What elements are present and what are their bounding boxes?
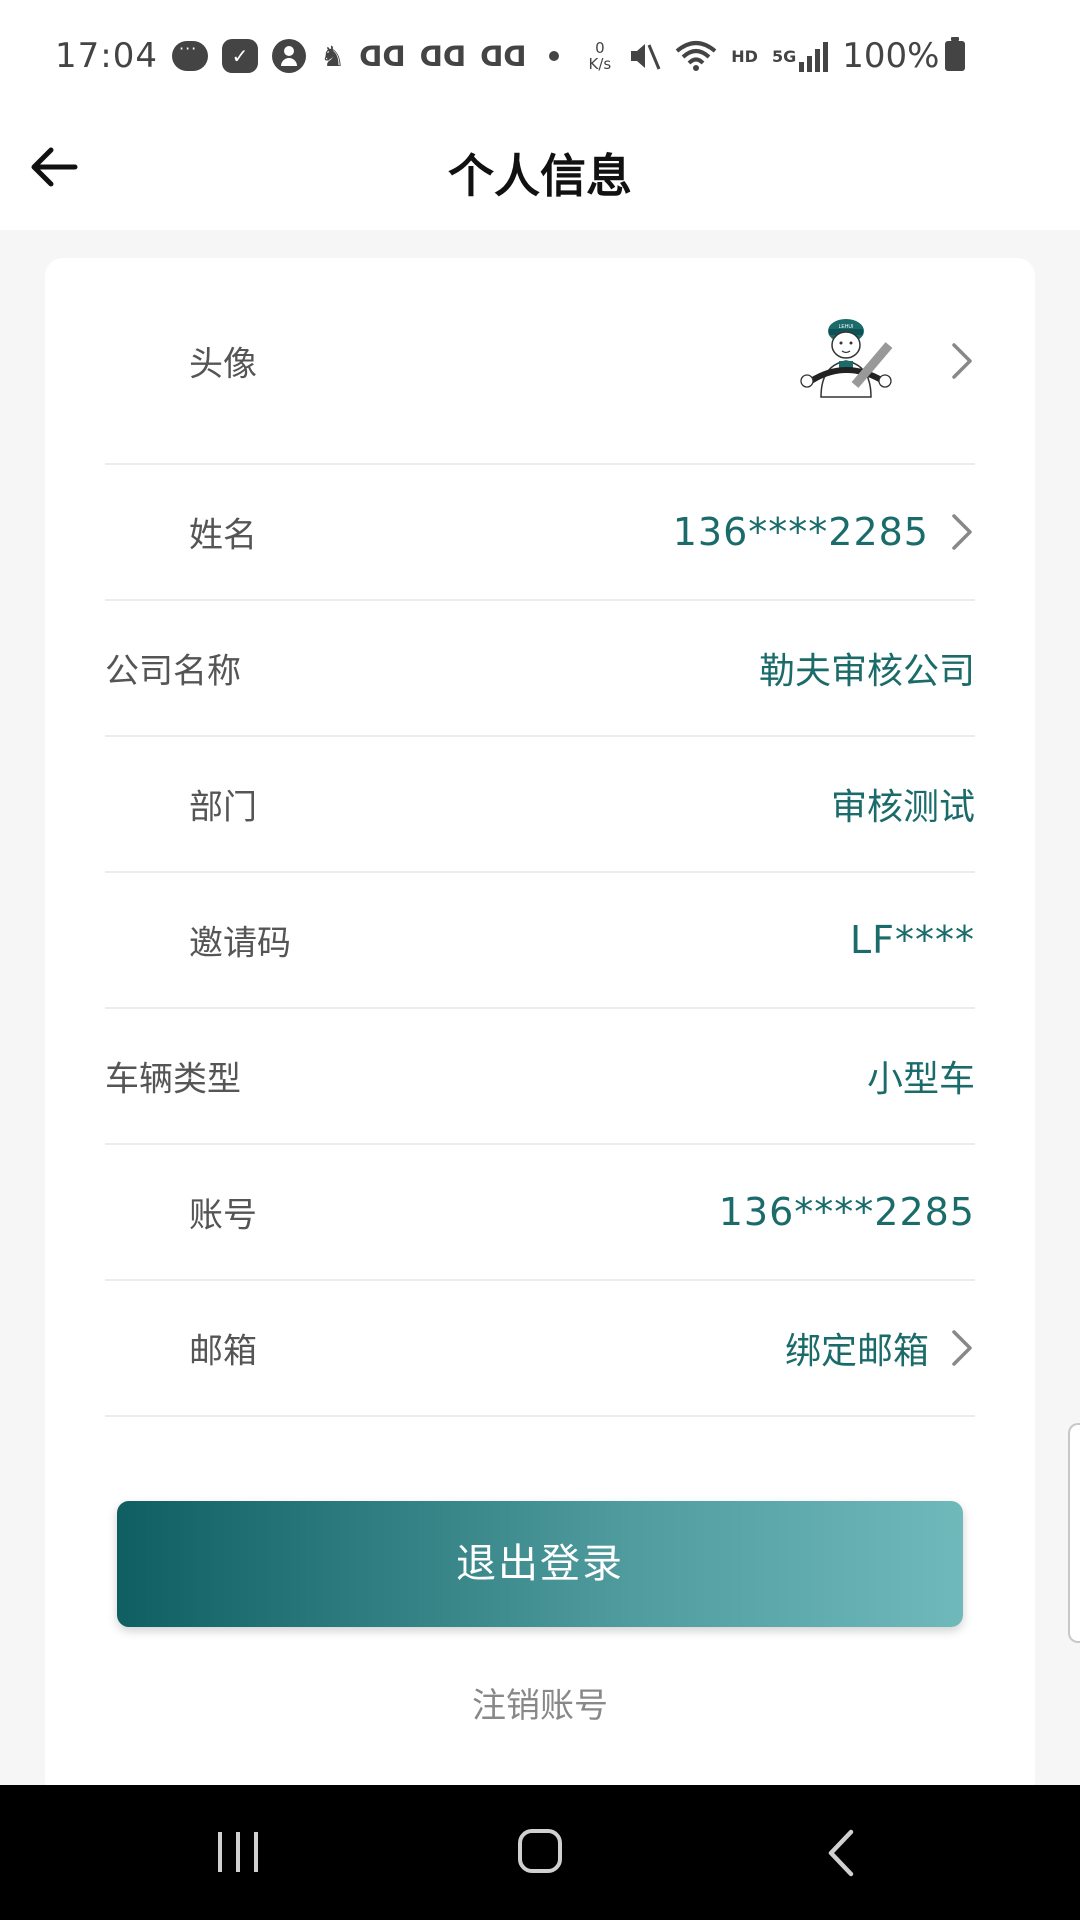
hd-badge: HD <box>731 46 758 66</box>
logout-button[interactable]: 退出登录 <box>117 1501 963 1627</box>
translate-icon: ᗡᗡ <box>419 39 467 73</box>
vehicle-type-value: 小型车 <box>866 1059 975 1100</box>
company-value: 勒夫审核公司 <box>758 651 975 692</box>
company-row: 公司名称 勒夫审核公司 <box>105 601 975 737</box>
avatar-row[interactable]: 头像 LEHUI <box>105 258 975 465</box>
checklist-icon: ✓ <box>221 39 258 73</box>
vehicle-type-label: 车辆类型 <box>105 1059 241 1100</box>
name-row[interactable]: 姓名 136****2285 <box>105 465 975 601</box>
app-header: 个人信息 <box>0 112 1080 230</box>
name-value: 136****2285 <box>672 510 929 554</box>
status-bar: 17:04 ✓ ♞ ᗡᗡ ᗡᗡ ᗡᗡ 0 K/s HD 5G 100% <box>0 0 1080 112</box>
email-label: 邮箱 <box>189 1331 257 1372</box>
invite-code-row: 邀请码 LF**** <box>105 873 975 1009</box>
name-label: 姓名 <box>189 515 257 556</box>
speed-unit: K/s <box>588 55 612 73</box>
back-icon[interactable] <box>823 1828 859 1878</box>
navigation-bar <box>0 1785 1080 1920</box>
invite-code-value: LF**** <box>849 918 975 962</box>
battery-level: 100% <box>842 36 940 76</box>
message-icon <box>171 39 208 71</box>
profile-card: 头像 LEHUI 姓名 136****2285 公司名称 勒夫审核公司 部门 审… <box>45 258 1035 1798</box>
cancel-account-link[interactable]: 注销账号 <box>45 1678 1035 1727</box>
page-title: 个人信息 <box>448 149 632 203</box>
wifi-icon <box>675 39 717 73</box>
email-value: 绑定邮箱 <box>784 1331 929 1372</box>
network-speed: 0 K/s <box>589 40 612 72</box>
dot-icon <box>548 51 559 61</box>
recent-apps-icon[interactable] <box>215 1830 261 1874</box>
email-row[interactable]: 邮箱 绑定邮箱 <box>105 1281 975 1417</box>
status-time: 17:04 <box>55 36 158 76</box>
app-icon: ♞ <box>319 39 346 73</box>
department-row: 部门 审核测试 <box>105 737 975 873</box>
edge-panel-handle[interactable] <box>1068 1423 1080 1643</box>
account-value: 136****2285 <box>718 1190 975 1234</box>
battery-icon <box>945 37 966 71</box>
home-icon[interactable] <box>517 1828 563 1874</box>
account-row: 账号 136****2285 <box>105 1145 975 1281</box>
svg-text:LEHUI: LEHUI <box>839 324 854 330</box>
chevron-right-icon <box>952 342 972 379</box>
network-type: 5G <box>771 46 797 66</box>
avatar[interactable]: LEHUI <box>791 315 901 407</box>
chevron-right-icon <box>952 514 972 550</box>
vehicle-type-row: 车辆类型 小型车 <box>105 1009 975 1145</box>
translate-icon: ᗡᗡ <box>480 39 527 73</box>
company-label: 公司名称 <box>105 651 241 692</box>
account-label: 账号 <box>189 1195 257 1236</box>
signal-icon: 5G <box>771 40 829 72</box>
department-label: 部门 <box>189 787 257 828</box>
department-value: 审核测试 <box>830 787 975 828</box>
translate-icon: ᗡᗡ <box>359 39 406 73</box>
chevron-right-icon <box>952 1330 972 1366</box>
person-icon <box>271 39 306 73</box>
speed-value: 0 <box>595 39 605 57</box>
avatar-label: 头像 <box>189 344 257 384</box>
invite-code-label: 邀请码 <box>189 923 291 964</box>
mute-icon <box>627 39 661 73</box>
